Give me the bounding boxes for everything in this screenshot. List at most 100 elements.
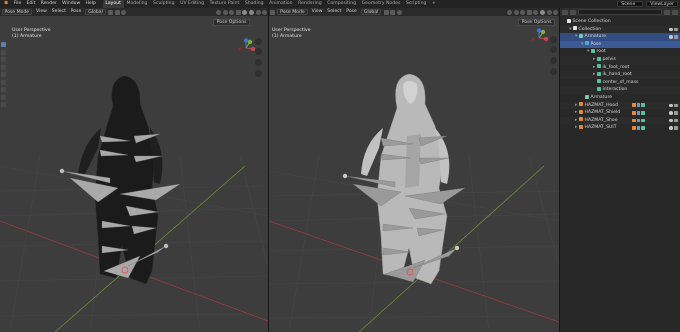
tab-sculpting[interactable]: Sculpting: [150, 0, 177, 8]
viewport-left[interactable]: Pose Mode View Select Pose Global Pose O…: [0, 8, 268, 332]
cursor-tool-icon[interactable]: [0, 49, 6, 55]
eye-visibility-icon[interactable]: [669, 118, 673, 123]
shading-rendered-icon[interactable]: [262, 9, 268, 15]
add-workspace-button[interactable]: +: [429, 0, 438, 8]
move-tool-icon[interactable]: [0, 57, 6, 62]
snap-icon[interactable]: [390, 9, 396, 15]
filter-icon[interactable]: [664, 9, 670, 15]
menu-window[interactable]: Window: [60, 0, 83, 8]
editor-type-icon[interactable]: [562, 9, 568, 15]
bone-roll-tool-icon[interactable]: [0, 102, 6, 107]
eye-visibility-icon[interactable]: [669, 103, 673, 108]
outliner-row[interactable]: ▸ ik_foot_root: [560, 64, 680, 72]
outliner-row[interactable]: ▾ Pose: [560, 40, 680, 49]
viewport-right[interactable]: Pose Mode View Select Pose Global Pose O…: [269, 8, 559, 332]
transform-tool-icon[interactable]: [0, 79, 6, 85]
tab-compositing[interactable]: Compositing: [324, 0, 358, 8]
menu-select[interactable]: Select: [49, 8, 68, 16]
eye-visibility-icon[interactable]: [669, 111, 673, 115]
pan-hand-icon[interactable]: [550, 46, 557, 53]
shading-wireframe-icon[interactable]: [242, 9, 248, 15]
tab-shading[interactable]: Shading: [242, 0, 266, 8]
tab-rendering[interactable]: Rendering: [295, 0, 324, 8]
shading-material-icon[interactable]: [255, 9, 261, 15]
menu-view[interactable]: View: [309, 8, 325, 16]
new-collection-icon[interactable]: [672, 9, 678, 15]
shading-material-icon[interactable]: [546, 9, 552, 15]
scene-canvas-right[interactable]: [269, 16, 559, 332]
measure-tool-icon[interactable]: [0, 94, 6, 100]
overlay-icon[interactable]: [229, 9, 235, 15]
gizmo-icon[interactable]: [513, 9, 519, 15]
tab-geometry-nodes[interactable]: Geometry Nodes: [359, 0, 403, 8]
mode-selector[interactable]: Pose Mode: [277, 9, 308, 15]
shading-solid-icon[interactable]: [249, 9, 255, 15]
camera-render-icon[interactable]: [674, 111, 678, 115]
transform-orientation[interactable]: Global: [85, 9, 106, 15]
outliner-row[interactable]: Armature: [560, 94, 680, 102]
pivot-icon[interactable]: [383, 9, 389, 15]
tab-layout[interactable]: Layout: [102, 0, 124, 8]
tab-animation[interactable]: Animation: [266, 0, 295, 8]
shading-solid-icon[interactable]: [540, 9, 546, 15]
zoom-icon[interactable]: [255, 38, 262, 45]
rotate-tool-icon[interactable]: [0, 64, 6, 70]
camera-render-icon[interactable]: [674, 103, 678, 108]
view-layer-selector[interactable]: ViewLayer: [646, 1, 678, 7]
menu-pose[interactable]: Pose: [68, 8, 83, 16]
menu-pose[interactable]: Pose: [344, 8, 359, 16]
outliner-row[interactable]: ▾ Collection: [560, 25, 680, 34]
navigation-gizmo-icon[interactable]: [529, 28, 549, 48]
visibility-icon[interactable]: [507, 9, 513, 15]
outliner-row[interactable]: ▾ root: [560, 48, 680, 56]
zoom-icon[interactable]: [550, 36, 557, 43]
shading-rendered-icon[interactable]: [553, 9, 559, 15]
outliner-search-input[interactable]: [578, 9, 662, 15]
xray-icon[interactable]: [526, 9, 532, 15]
tab-modeling[interactable]: Modeling: [124, 0, 151, 8]
visibility-icon[interactable]: [216, 9, 222, 15]
proportional-icon[interactable]: [121, 9, 127, 15]
ortho-grid-icon[interactable]: [255, 70, 262, 77]
eye-visibility-icon[interactable]: [669, 27, 673, 32]
menu-file[interactable]: File: [11, 0, 24, 8]
camera-render-icon[interactable]: [674, 126, 678, 130]
scale-tool-icon[interactable]: [0, 72, 6, 77]
outliner-row[interactable]: ▸ HAZMAT_SUIT: [560, 124, 680, 132]
scene-canvas-left[interactable]: [0, 16, 268, 332]
outliner-row[interactable]: ▸ ik_hand_root: [560, 71, 680, 79]
menu-view[interactable]: View: [34, 8, 50, 16]
blender-logo-icon[interactable]: ⬢: [0, 0, 11, 8]
eye-visibility-icon[interactable]: [669, 126, 673, 130]
camera-render-icon[interactable]: [674, 27, 678, 32]
menu-render[interactable]: Render: [38, 0, 60, 8]
navigation-gizmo-icon[interactable]: [236, 38, 256, 58]
xray-icon[interactable]: [235, 9, 241, 15]
outliner-row[interactable]: ▸ HAZMAT_Shoe: [560, 116, 680, 125]
outliner-row[interactable]: ▸ pelvis: [560, 55, 680, 64]
tab-texture-paint[interactable]: Texture Paint: [207, 0, 242, 8]
select-box-tool-icon[interactable]: [0, 42, 6, 47]
outliner-row[interactable]: interaction: [560, 86, 680, 94]
camera-render-icon[interactable]: [674, 35, 678, 39]
annotate-tool-icon[interactable]: [0, 87, 6, 92]
outliner-row[interactable]: ▸ HAZMAT_Hood: [560, 101, 680, 110]
pivot-icon[interactable]: [108, 9, 114, 15]
editor-type-icon[interactable]: [269, 9, 275, 15]
tab-scripting[interactable]: Scripting: [403, 0, 429, 8]
shading-wireframe-icon[interactable]: [533, 9, 539, 15]
tab-uv-editing[interactable]: UV Editing: [177, 0, 207, 8]
overlay-icon[interactable]: [520, 9, 526, 15]
menu-edit[interactable]: Edit: [24, 0, 38, 8]
proportional-icon[interactable]: [396, 9, 402, 15]
eye-visibility-icon[interactable]: [669, 35, 673, 39]
display-mode-icon[interactable]: [570, 9, 576, 15]
outliner-row[interactable]: ▸ HAZMAT_Shield: [560, 109, 680, 117]
camera-view-icon[interactable]: [255, 59, 262, 66]
menu-help[interactable]: Help: [83, 0, 99, 8]
camera-view-icon[interactable]: [550, 57, 557, 64]
mode-selector[interactable]: Pose Mode: [1, 9, 33, 15]
menu-select[interactable]: Select: [325, 8, 344, 16]
camera-render-icon[interactable]: [674, 118, 678, 123]
snap-icon[interactable]: [114, 9, 120, 15]
